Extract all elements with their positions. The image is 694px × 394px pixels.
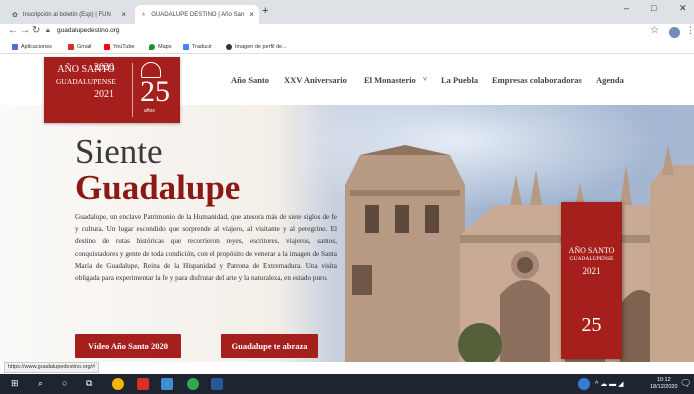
reload-icon[interactable]: ↻ [32,25,40,36]
acrobat-icon[interactable] [137,378,149,390]
banner-anniv: 25 [581,314,602,336]
close-tab-icon[interactable]: × [121,10,126,19]
logo-divider [132,63,133,117]
tab-guadalupe-destino[interactable]: ♁ GUADALUPE DESTINO | Año San × [135,5,259,24]
address-bar: ← → ↻ 🔒︎ guadalupedestino.org ☆ ⋮ [0,24,694,41]
forward-arrow-icon[interactable]: → [20,25,30,36]
app-icon[interactable] [187,378,199,390]
user-tray-icon[interactable] [578,378,590,390]
notifications-icon[interactable]: 🗨︎ [680,378,691,389]
tab-newsletter[interactable]: ✿ Inscripción al boletín (Esp) | FUN × [6,5,132,24]
close-window-button[interactable]: ✕ [679,3,687,14]
maps-pin-icon [149,44,155,50]
translate-icon [183,44,189,50]
status-bar-url: https://www.guadalupedestino.org/# [4,362,100,373]
search-icon[interactable]: ⌕ [38,378,43,389]
bookmark-maps[interactable]: Maps [149,44,171,50]
nav-agenda[interactable]: Agenda [596,75,624,85]
nav-la-puebla[interactable]: La Puebla [441,75,478,85]
site-logo[interactable]: AÑO SANTO GUADALUPENSE 2020 2021 25 años [44,57,180,123]
bookmark-youtube[interactable]: YouTube [104,44,135,50]
tab-title: Inscripción al boletín (Esp) | FUN [22,11,111,18]
logo-line2: GUADALUPENSE [56,77,116,86]
banner-year: 2021 [582,266,601,276]
tab-title: GUADALUPE DESTINO | Año San [151,11,245,18]
youtube-icon [104,44,110,50]
windows-start-icon[interactable]: ⊞ [11,378,19,389]
holy-year-banner: AÑO SANTO GUADALUPENSE 2021 25 [561,202,622,359]
taskbar-clock[interactable]: 10:12 18/12/2020 [650,377,678,391]
tray-icons[interactable]: ^ ☁ ▬ ◢ [595,380,624,388]
website: AÑO SANTO GUADALUPENSE 2021 25 Año Santo… [0,55,694,362]
monastery-image [345,145,694,362]
gmail-icon [68,44,74,50]
logo-year-top: 2020 [94,62,114,73]
video-ano-santo-button[interactable]: Vídeo Año Santo 2020 [75,334,181,358]
edge-icon[interactable] [161,378,173,390]
new-tab-button[interactable]: + [262,5,268,17]
back-arrow-icon[interactable]: ← [8,25,18,36]
hero-description: Guadalupe, un enclave Patrimonio de la H… [75,213,337,283]
banner-line2: GUADALUPENSE [569,256,614,262]
bookmark-profile-image[interactable]: Imagen de perfil de... [226,44,287,50]
logo-year-bottom: 2021 [94,89,114,100]
word-icon[interactable] [211,378,223,390]
chevron-down-icon[interactable]: ˅ [423,75,427,83]
close-tab-icon[interactable]: × [249,10,254,19]
chrome-icon[interactable] [112,378,124,390]
browser-tab-bar: ✿ Inscripción al boletín (Esp) | FUN × ♁… [0,0,694,24]
bookmark-gmail[interactable]: Gmail [68,44,91,50]
maximize-button[interactable]: □ [651,3,656,13]
lock-icon: 🔒︎ [46,27,50,34]
guadalupe-te-abraza-button[interactable]: Guadalupe te abraza [221,334,318,358]
logo-anniversary-number: 25 [140,75,170,108]
logo-anniv-sub: años [144,108,155,114]
banner-line1: AÑO SANTO [568,246,615,255]
nav-el-monasterio[interactable]: El Monasterio [364,75,416,85]
profile-avatar[interactable] [669,27,680,38]
windows-taskbar: ⊞ ⌕ ○ ⧉ ^ ☁ ▬ ◢ 10:12 18/12/2020 🗨︎ [0,374,694,394]
nav-xxv-aniversario[interactable]: XXV Aniversario [284,75,347,85]
bookmark-star-icon[interactable]: ☆ [650,25,659,36]
bookmarks-bar: Aplicaciones Gmail YouTube Maps Traducir… [0,41,694,54]
hero-title-line2: Guadalupe [75,168,241,207]
browser-menu-icon[interactable]: ⋮ [686,25,694,36]
hero-title-line1: Siente [75,132,163,171]
clock-date: 18/12/2020 [650,384,678,390]
url-field[interactable]: guadalupedestino.org [57,27,120,34]
apps-grid-icon [12,44,18,50]
clock-time: 10:12 [656,377,671,383]
cortana-icon[interactable]: ○ [62,378,67,388]
globe-icon [226,44,232,50]
tab-favicon-icon: ✿ [12,11,18,19]
bookmark-apps[interactable]: Aplicaciones [12,44,52,50]
bookmark-translate[interactable]: Traducir [183,44,212,50]
tab-favicon-icon: ♁ [141,11,147,18]
nav-empresas-colaboradoras[interactable]: Empresas colaboradoras [492,75,582,85]
nav-ano-santo[interactable]: Año Santo [231,75,269,85]
task-view-icon[interactable]: ⧉ [86,378,92,389]
minimize-button[interactable]: – [624,3,629,13]
